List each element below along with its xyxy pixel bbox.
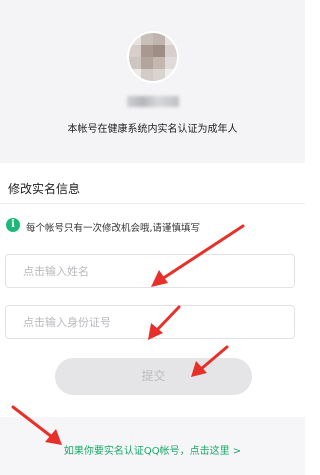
- divider: [0, 203, 305, 204]
- profile-header: 本帐号在健康系统内实名认证为成年人: [0, 0, 305, 163]
- id-number-input[interactable]: [6, 306, 294, 338]
- status-bar-remnant: [60, 0, 240, 2]
- id-number-field[interactable]: [5, 305, 295, 339]
- section-title: 修改实名信息: [8, 182, 81, 196]
- tip-text: 每个帐号只有一次修改机会哦,请谨慎填写: [26, 223, 201, 234]
- verification-status-text: 本帐号在健康系统内实名认证为成年人: [67, 124, 238, 135]
- name-input[interactable]: [6, 255, 294, 287]
- info-icon: i: [6, 218, 20, 232]
- qq-verify-link[interactable]: 如果你要实名认证QQ帐号，点击这里 >: [0, 442, 305, 457]
- avatar: [127, 31, 179, 83]
- blurred-username: [127, 96, 179, 107]
- name-field[interactable]: [5, 254, 295, 288]
- avatar-pixelated-image: [129, 33, 177, 81]
- submit-button[interactable]: 提交: [55, 358, 252, 395]
- footer: 如果你要实名认证QQ帐号，点击这里 >: [0, 417, 305, 475]
